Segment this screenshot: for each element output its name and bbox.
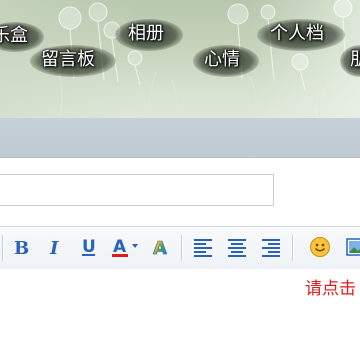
underline-icon: U <box>82 237 96 257</box>
nav-item-guestbook[interactable]: 留言板 <box>41 49 95 71</box>
nav-item-friends[interactable]: 朋 <box>350 49 360 71</box>
align-center-button[interactable] <box>224 234 250 260</box>
highlight-color-icon: A <box>153 238 168 258</box>
emoticon-button[interactable] <box>307 234 333 260</box>
nav-item-mood[interactable]: 心情 <box>204 49 240 71</box>
image-icon <box>346 238 360 256</box>
smiley-icon <box>310 237 330 257</box>
align-center-icon <box>228 239 246 257</box>
toolbar-separator <box>292 235 294 261</box>
svg-text:B: B <box>14 238 29 257</box>
toolbar-separator <box>2 235 4 261</box>
toolbar-separator <box>181 235 183 261</box>
bold-icon: B <box>14 238 29 257</box>
nav-item-profile[interactable]: 个人档 <box>270 23 324 45</box>
nav-item-music-box[interactable]: 乐盒 <box>0 25 28 47</box>
font-color-icon: A <box>112 237 138 257</box>
svg-text:I: I <box>49 238 59 257</box>
italic-icon: I <box>49 238 59 257</box>
blog-header-banner: 乐盒 留言板 相册 心情 个人档 朋 <box>0 0 360 118</box>
align-left-button[interactable] <box>190 234 216 260</box>
underline-button[interactable]: U <box>76 234 102 260</box>
editor-toolbar: B I U A A <box>0 226 360 270</box>
font-color-button[interactable]: A <box>110 234 142 260</box>
align-right-button[interactable] <box>258 234 284 260</box>
highlight-color-button[interactable]: A <box>148 234 174 260</box>
click-hint-text: 请点击 <box>305 279 356 299</box>
svg-text:A: A <box>153 238 167 258</box>
italic-button[interactable]: I <box>42 234 68 260</box>
insert-image-button[interactable] <box>343 234 360 260</box>
align-left-icon <box>194 239 212 257</box>
section-bar <box>0 118 360 158</box>
nav-item-album[interactable]: 相册 <box>128 23 164 45</box>
bold-button[interactable]: B <box>8 234 34 260</box>
align-right-icon <box>262 239 280 257</box>
title-input[interactable] <box>0 174 274 206</box>
